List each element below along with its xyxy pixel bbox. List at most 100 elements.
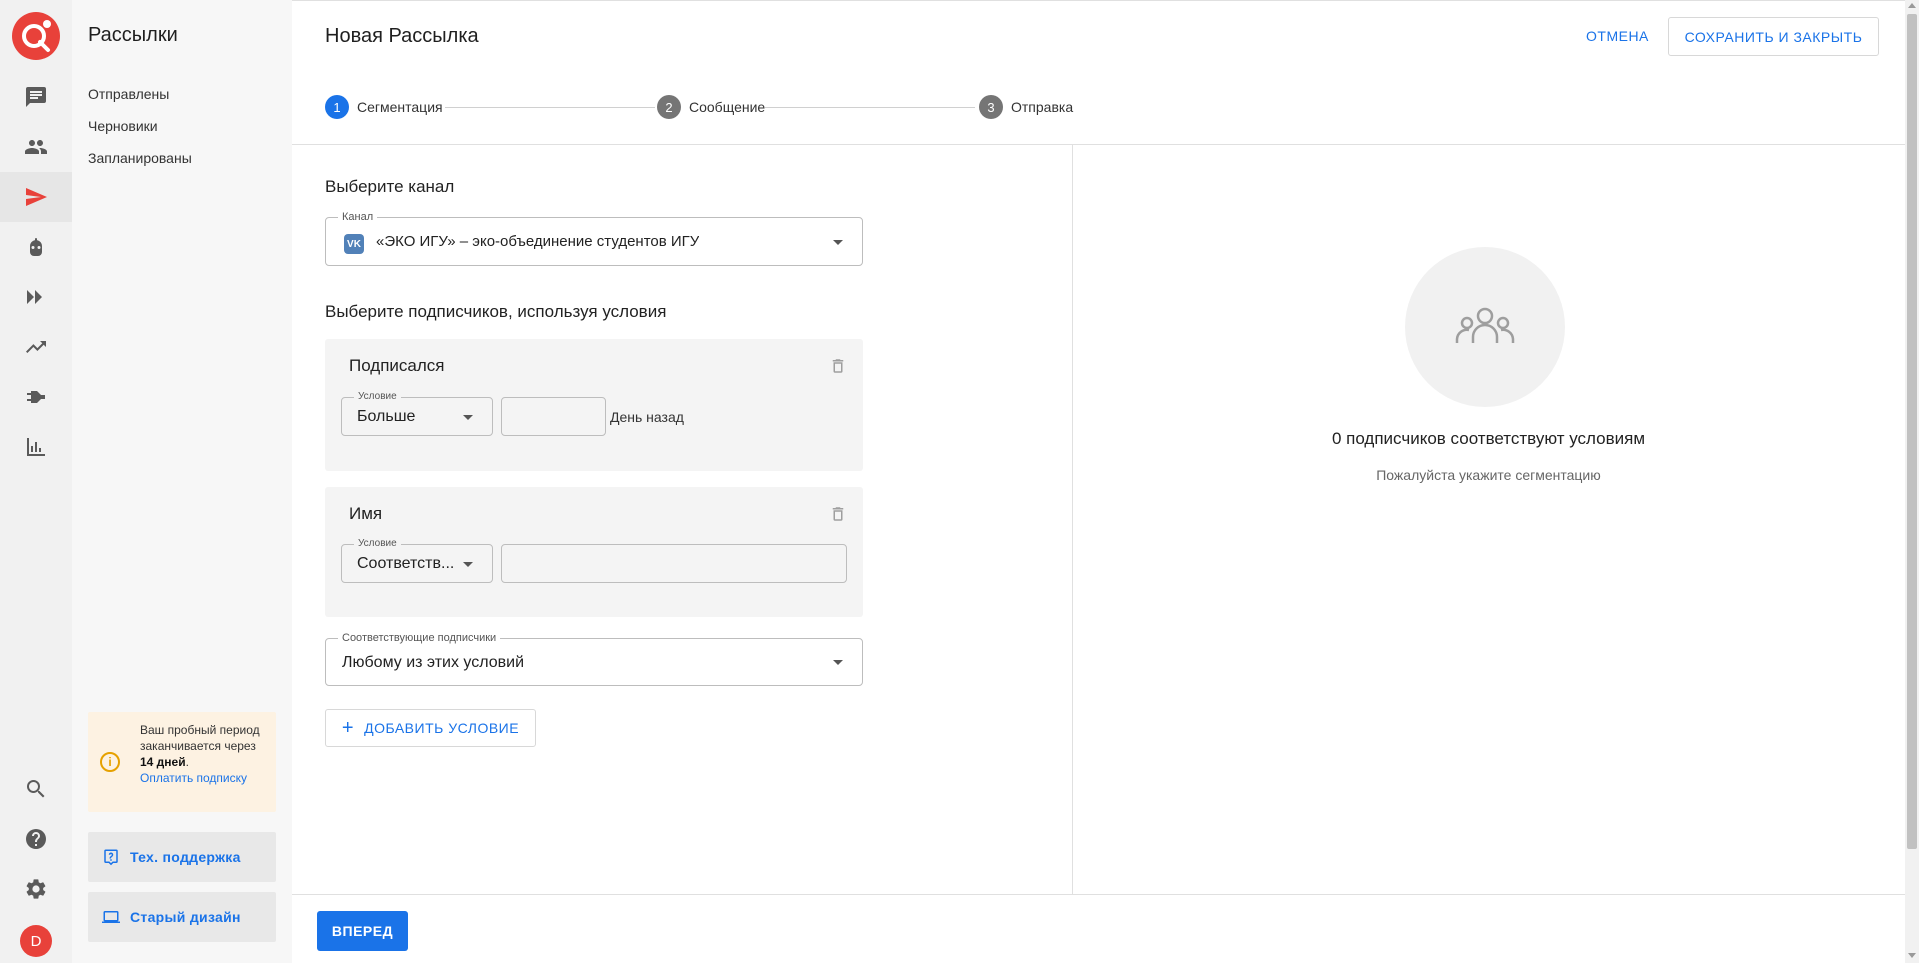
trial-text-before: Ваш пробный период заканчивается через (140, 723, 260, 753)
condition-label: Условие (354, 390, 401, 404)
people-icon (25, 140, 47, 154)
old-design-button[interactable]: Старый дизайн (88, 892, 276, 942)
group-icon (1455, 307, 1515, 343)
trial-days: 14 дней (140, 755, 186, 769)
footer-divider (292, 894, 1905, 895)
condition-title: Имя (349, 504, 383, 523)
info-icon: i (100, 752, 120, 772)
laptop-icon (102, 911, 120, 923)
step-number: 2 (657, 95, 681, 119)
app-logo-icon[interactable] (12, 12, 60, 60)
old-design-label: Старый дизайн (130, 909, 241, 925)
sidebar-item-drafts[interactable]: Черновики (88, 118, 158, 134)
icon-rail: D (0, 0, 72, 963)
name-value-input[interactable] (501, 544, 847, 583)
pay-subscription-link[interactable]: Оплатить подписку (140, 770, 270, 786)
condition-operator-select[interactable]: Условие Соответств... (341, 537, 493, 583)
days-suffix: День назад (610, 409, 684, 425)
channel-select[interactable]: Канал VK «ЭКО ИГУ» – эко-объединение сту… (325, 210, 863, 266)
condition-card-name: Имя Условие Соответств... (325, 487, 863, 617)
matching-count-title: 0 подписчиков соответствуют условиям (1331, 429, 1646, 448)
chevron-down-icon (833, 660, 843, 665)
sidebar-item-sent[interactable]: Отправлены (88, 86, 169, 102)
stats-icon (27, 438, 45, 456)
support-button[interactable]: Тех. поддержка (88, 832, 276, 882)
rail-chains[interactable] (0, 272, 72, 322)
header-divider (292, 144, 1905, 145)
rail-subscribers[interactable] (0, 122, 72, 172)
send-icon (26, 188, 47, 206)
add-condition-button[interactable]: + ДОБАВИТЬ УСЛОВИЕ (325, 709, 536, 747)
rail-search[interactable] (0, 764, 72, 814)
column-divider (1072, 145, 1073, 894)
trending-icon (26, 341, 46, 353)
rail-broadcasts[interactable] (0, 172, 72, 222)
days-input[interactable] (501, 397, 606, 436)
help-icon (26, 829, 46, 849)
trial-notice: i Ваш пробный период заканчивается через… (88, 712, 276, 812)
rail-stats[interactable] (0, 422, 72, 472)
rail-chat[interactable] (0, 72, 72, 122)
condition-operator-select[interactable]: Условие Больше (341, 390, 493, 436)
step-message[interactable]: 2 Сообщение (657, 95, 765, 119)
scroll-up-icon[interactable] (1908, 3, 1916, 8)
condition-title: Подписался (349, 356, 445, 375)
rail-settings[interactable] (0, 864, 72, 914)
save-and-close-button[interactable]: СОХРАНИТЬ И ЗАКРЫТЬ (1668, 17, 1879, 56)
step-label: Сообщение (689, 99, 766, 115)
cancel-button[interactable]: ОТМЕНА (1574, 17, 1661, 55)
step-segmentation[interactable]: 1 Сегментация (325, 95, 443, 119)
rail-integrations[interactable] (0, 372, 72, 422)
help-box-icon (104, 849, 118, 866)
step-connector (765, 107, 975, 108)
scroll-down-icon[interactable] (1908, 953, 1916, 958)
step-label: Сегментация (357, 99, 443, 115)
subscribers-section-title: Выберите подписчиков, используя условия (325, 302, 667, 321)
step-send[interactable]: 3 Отправка (979, 95, 1073, 119)
matching-count-subtitle: Пожалуйста укажите сегментацию (1376, 467, 1601, 483)
plus-icon: + (341, 716, 355, 739)
trial-text: Ваш пробный период заканчивается через 1… (140, 722, 270, 786)
condition-card-subscribed: Подписался Условие Больше День назад (325, 339, 863, 471)
step-number: 3 (979, 95, 1003, 119)
chevron-down-icon (833, 240, 843, 245)
trial-text-after: . (185, 755, 189, 769)
add-condition-label: ДОБАВИТЬ УСЛОВИЕ (364, 720, 520, 736)
empty-state-circle (1405, 247, 1565, 407)
avatar[interactable]: D (20, 925, 52, 957)
trash-icon[interactable] (829, 504, 847, 524)
scrollbar-thumb[interactable] (1907, 14, 1917, 849)
vertical-scrollbar[interactable] (1905, 0, 1919, 963)
chains-icon (27, 290, 42, 304)
support-label: Тех. поддержка (130, 849, 241, 865)
condition-label: Условие (354, 537, 401, 551)
chevron-down-icon (463, 562, 473, 567)
step-number: 1 (325, 95, 349, 119)
trash-icon[interactable] (829, 356, 847, 376)
chat-icon (26, 87, 46, 107)
step-label: Отправка (1011, 99, 1074, 115)
stepper: 1 Сегментация 2 Сообщение 3 Отправка (325, 95, 1625, 119)
channel-section-title: Выберите канал (325, 177, 455, 196)
search-icon (27, 780, 45, 798)
match-label: Соответствующие подписчики (338, 631, 501, 645)
rail-help[interactable] (0, 814, 72, 864)
rail-bots[interactable] (0, 222, 72, 272)
plug-icon (27, 391, 45, 403)
channel-label: Канал (338, 210, 378, 224)
sidebar-item-scheduled[interactable]: Запланированы (88, 150, 192, 166)
page-title: Новая Рассылка (325, 25, 479, 47)
chevron-down-icon (463, 415, 473, 420)
vk-icon: VK (344, 234, 364, 254)
condition-operator-value: Соответств... (357, 555, 455, 572)
broadcast-sidebar: Рассылки Отправлены Черновики Запланиров… (72, 0, 292, 963)
bot-icon (30, 238, 42, 256)
match-value: Любому из этих условий (342, 654, 525, 671)
channel-value: «ЭКО ИГУ» – эко-объединение студентов ИГ… (376, 233, 700, 250)
gear-icon (26, 879, 46, 899)
rail-growth[interactable] (0, 322, 72, 372)
sidebar-title: Рассылки (88, 24, 178, 46)
match-subscribers-select[interactable]: Соответствующие подписчики Любому из эти… (325, 631, 863, 686)
next-button[interactable]: ВПЕРЕД (317, 911, 408, 951)
condition-operator-value: Больше (357, 408, 416, 425)
